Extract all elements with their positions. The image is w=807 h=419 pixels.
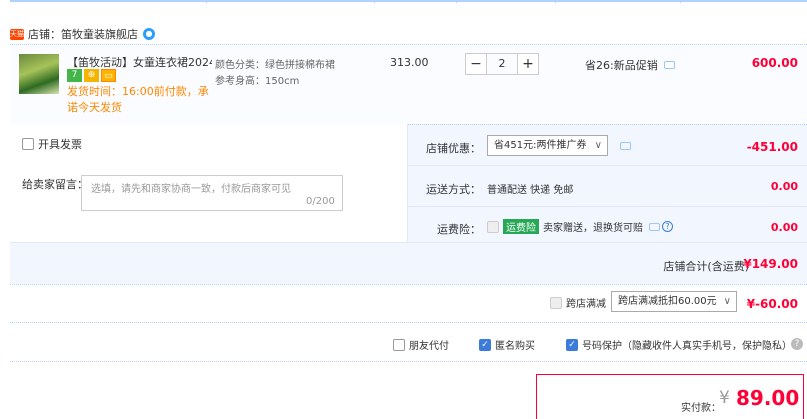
divider xyxy=(10,284,807,285)
payment-label: 实付款： xyxy=(681,403,721,414)
product-thumbnail[interactable] xyxy=(19,54,59,94)
product-title-link[interactable]: 【笛牧活动】女童连衣裙2024... xyxy=(67,54,212,70)
help-icon[interactable]: ? xyxy=(791,338,803,350)
wangwang-chat-icon[interactable]: ● xyxy=(143,28,155,40)
quantity-input[interactable]: 2 xyxy=(487,53,517,75)
invoice-checkbox[interactable] xyxy=(22,138,34,150)
insurance-checkbox xyxy=(487,220,499,233)
insurance-value: 0.00 xyxy=(770,221,798,234)
attr-color: 颜色分类：绿色拼接棉布裙 xyxy=(215,60,335,71)
delivery-value: 0.00 xyxy=(770,180,798,193)
increase-button[interactable]: + xyxy=(517,53,539,75)
column-divider xyxy=(374,0,375,3)
shop-name-link[interactable]: 店铺：笛牧童装旗舰店 xyxy=(28,26,138,42)
comment-icon[interactable] xyxy=(649,222,660,231)
shop-discount-select[interactable]: 省451元:两件推广券 ∨ xyxy=(487,135,608,156)
invoice-label: 开具发票 xyxy=(38,138,82,151)
friend-pay-option[interactable]: 朋友代付 xyxy=(393,337,449,352)
item-promo: 省26:新品促销 xyxy=(585,57,675,73)
service-badges: 7 ⊕ ▭ xyxy=(67,69,116,82)
tmall-badge-icon: 天猫 xyxy=(10,28,24,40)
friend-pay-checkbox[interactable] xyxy=(393,338,405,351)
divider xyxy=(10,322,807,323)
item-subtotal: 600.00 xyxy=(751,56,798,70)
anonymous-checkbox[interactable]: ✓ xyxy=(479,338,491,351)
divider xyxy=(408,165,807,166)
comment-icon[interactable] xyxy=(620,142,631,150)
cross-store-checkbox xyxy=(550,296,562,309)
cross-store-label: 跨店满减 xyxy=(566,299,606,310)
insurance-label: 运费险： xyxy=(437,223,481,236)
insurance-tag: 运费险 xyxy=(503,219,539,234)
number-protect-checkbox[interactable]: ✓ xyxy=(566,338,578,351)
attr-height: 参考身高：150cm xyxy=(215,76,300,87)
divider xyxy=(10,361,807,362)
divider xyxy=(408,206,807,207)
shop-discount-selected: 省451元:两件推广券 xyxy=(494,140,587,151)
cross-store-option: 跨店满减 xyxy=(550,295,606,310)
top-border xyxy=(10,0,807,2)
invoice-option[interactable]: 开具发票 xyxy=(22,136,82,152)
help-icon[interactable]: ? xyxy=(662,221,673,232)
shop-header: 天猫 店铺：笛牧童装旗舰店 ● xyxy=(10,24,155,44)
guarantee-icon[interactable]: ⊕ xyxy=(84,69,99,82)
chevron-down-icon: ∨ xyxy=(723,296,731,307)
message-placeholder: 选填，请先和商家协商一致，付款后商家可见 xyxy=(91,184,291,195)
payment-amount: 89.00 xyxy=(736,386,800,410)
quantity-stepper: − 2 + xyxy=(465,53,539,75)
shop-discount-label: 店铺优惠： xyxy=(426,142,481,155)
seven-day-return-icon[interactable]: 7 xyxy=(67,69,82,82)
message-char-count: 0/200 xyxy=(306,196,335,207)
number-protect-label: 号码保护（隐藏收件人真实手机号，保护隐私） xyxy=(582,341,792,352)
insurance-desc: 卖家赠送，退换货可赔 xyxy=(543,223,643,234)
cross-store-value: ¥-60.00 xyxy=(746,297,798,311)
insurance-option: 运费险 卖家赠送，退换货可赔 ? xyxy=(487,219,673,234)
comment-icon[interactable] xyxy=(663,61,675,69)
anonymous-label: 匿名购买 xyxy=(495,341,535,352)
friend-pay-label: 朋友代付 xyxy=(409,341,449,352)
shop-discount-value: -451.00 xyxy=(746,140,798,154)
number-protect-option[interactable]: ✓ 号码保护（隐藏收件人真实手机号，保护隐私） xyxy=(566,337,792,352)
column-divider xyxy=(206,0,207,3)
decrease-button[interactable]: − xyxy=(465,53,487,75)
ship-time-note: 发货时间：16:00前付款，承诺今天发货 xyxy=(67,85,209,114)
card-payment-icon[interactable]: ▭ xyxy=(101,69,116,82)
column-divider xyxy=(456,0,457,3)
chevron-down-icon: ∨ xyxy=(594,140,602,151)
shop-total-value: ¥149.00 xyxy=(743,257,798,271)
shop-total-label: 店铺合计(含运费) xyxy=(663,260,749,273)
promo-text: 省26:新品促销 xyxy=(585,59,658,72)
cross-store-select[interactable]: 跨店满减抵扣60.00元 ∨ xyxy=(611,291,737,312)
column-divider xyxy=(555,0,556,3)
anonymous-option[interactable]: ✓ 匿名购买 xyxy=(479,337,535,352)
payment-currency: ¥ xyxy=(719,388,730,408)
delivery-label: 运送方式： xyxy=(426,183,481,196)
cross-store-selected: 跨店满减抵扣60.00元 xyxy=(618,296,717,307)
column-divider xyxy=(680,0,681,3)
message-label: 给卖家留言： xyxy=(22,178,88,191)
delivery-method: 普通配送 快递 免邮 xyxy=(487,185,574,196)
unit-price: 313.00 xyxy=(390,56,429,69)
